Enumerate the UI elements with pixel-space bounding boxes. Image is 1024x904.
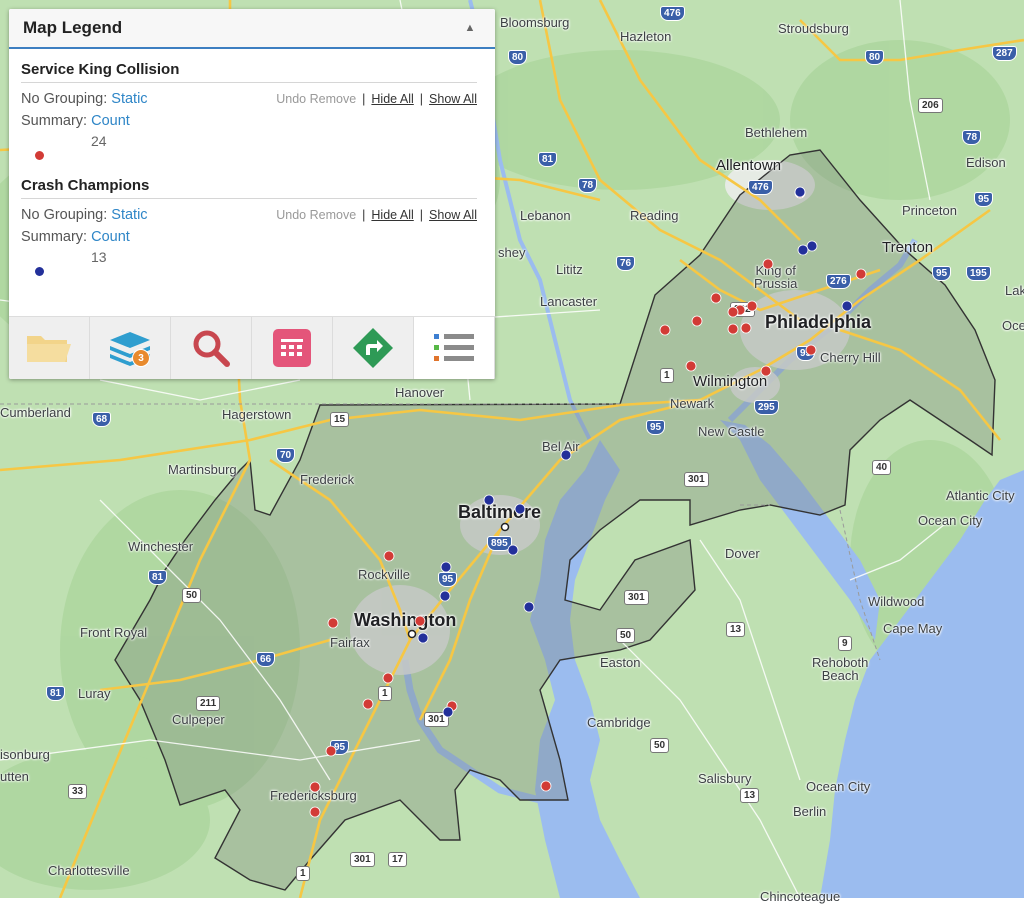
map-legend-panel: Map Legend ▲ Service King Collision No G… — [9, 9, 495, 379]
service-king-marker[interactable] — [309, 781, 321, 793]
blue-marker-swatch — [35, 267, 44, 276]
grouping-label: No Grouping: — [21, 91, 108, 107]
separator: | — [419, 208, 424, 222]
service-king-marker[interactable] — [540, 780, 552, 792]
summary-label: Summary: — [21, 229, 88, 245]
crash-champions-marker[interactable] — [794, 186, 806, 198]
service-king-marker[interactable] — [659, 324, 671, 336]
legend-swatch-row[interactable]: 24 — [21, 129, 477, 171]
calendar-icon — [273, 329, 311, 367]
service-king-marker[interactable] — [855, 268, 867, 280]
marker-count: 13 — [91, 249, 107, 265]
service-king-marker[interactable] — [383, 550, 395, 562]
service-king-marker[interactable] — [760, 365, 772, 377]
legend-toolbar: 3 — [9, 316, 495, 379]
legend-swatch-row[interactable]: 13 — [21, 245, 477, 287]
undo-remove-link[interactable]: Undo Remove — [276, 92, 356, 106]
grouping-text: No Grouping: Static — [21, 91, 148, 107]
crash-champions-marker[interactable] — [417, 632, 429, 644]
grouping-text: No Grouping: Static — [21, 207, 148, 223]
crash-champions-marker[interactable] — [440, 561, 452, 573]
layers-button[interactable]: 3 — [90, 317, 171, 379]
show-all-link[interactable]: Show All — [429, 208, 477, 222]
show-all-link[interactable]: Show All — [429, 92, 477, 106]
calendar-button[interactable] — [252, 317, 333, 379]
layer-actions: Undo Remove | Hide All | Show All — [276, 208, 477, 222]
service-king-marker[interactable] — [727, 306, 739, 318]
summary-row: Summary: Count — [21, 113, 477, 129]
service-king-marker[interactable] — [805, 344, 817, 356]
crash-champions-marker[interactable] — [523, 601, 535, 613]
layers-count-badge: 3 — [132, 349, 150, 367]
service-king-marker[interactable] — [325, 745, 337, 757]
open-folder-button[interactable] — [9, 317, 90, 379]
grouping-row: No Grouping: Static Undo Remove | Hide A… — [21, 91, 477, 107]
crash-champions-marker[interactable] — [514, 503, 526, 515]
grouping-row: No Grouping: Static Undo Remove | Hide A… — [21, 207, 477, 223]
directions-button[interactable] — [333, 317, 414, 379]
service-king-marker[interactable] — [740, 322, 752, 334]
legend-list-button[interactable] — [414, 317, 495, 379]
collapse-icon[interactable]: ▲ — [459, 17, 481, 39]
service-king-marker[interactable] — [685, 360, 697, 372]
hide-all-link[interactable]: Hide All — [371, 92, 413, 106]
service-king-marker[interactable] — [414, 615, 426, 627]
hide-all-link[interactable]: Hide All — [371, 208, 413, 222]
crash-champions-marker[interactable] — [806, 240, 818, 252]
separator: | — [419, 92, 424, 106]
grouping-static-link[interactable]: Static — [111, 207, 147, 223]
summary-count-link[interactable]: Count — [91, 229, 130, 245]
summary-count-link[interactable]: Count — [91, 113, 130, 129]
undo-remove-link[interactable]: Undo Remove — [276, 208, 356, 222]
layer-actions: Undo Remove | Hide All | Show All — [276, 92, 477, 106]
summary-row: Summary: Count — [21, 229, 477, 245]
legend-layer-crash-champions: Crash Champions No Grouping: Static Undo… — [9, 171, 495, 287]
search-icon — [193, 330, 230, 367]
legend-header: Map Legend ▲ — [9, 9, 495, 49]
separator: | — [362, 92, 366, 106]
service-king-marker[interactable] — [309, 806, 321, 818]
grouping-label: No Grouping: — [21, 207, 108, 223]
city-center-marker — [500, 522, 510, 532]
service-king-marker[interactable] — [762, 258, 774, 270]
service-king-marker[interactable] — [691, 315, 703, 327]
service-king-marker[interactable] — [727, 323, 739, 335]
service-king-marker[interactable] — [362, 698, 374, 710]
directions-icon — [353, 328, 393, 368]
crash-champions-marker[interactable] — [841, 300, 853, 312]
layer-name: Service King Collision — [21, 49, 477, 83]
service-king-marker[interactable] — [746, 300, 758, 312]
legend-layer-service-king: Service King Collision No Grouping: Stat… — [9, 49, 495, 171]
crash-champions-marker[interactable] — [483, 494, 495, 506]
separator: | — [362, 208, 366, 222]
summary-label: Summary: — [21, 113, 88, 129]
red-marker-swatch — [35, 151, 44, 160]
legend-title: Map Legend — [23, 18, 123, 37]
search-button[interactable] — [171, 317, 252, 379]
grouping-static-link[interactable]: Static — [111, 91, 147, 107]
marker-count: 24 — [91, 133, 107, 149]
service-king-marker[interactable] — [327, 617, 339, 629]
service-king-marker[interactable] — [382, 672, 394, 684]
legend-list-icon — [434, 334, 474, 361]
crash-champions-marker[interactable] — [507, 544, 519, 556]
crash-champions-marker[interactable] — [797, 244, 809, 256]
service-king-marker[interactable] — [710, 292, 722, 304]
crash-champions-marker[interactable] — [439, 590, 451, 602]
city-center-marker — [407, 629, 417, 639]
crash-champions-marker[interactable] — [442, 706, 454, 718]
layer-name: Crash Champions — [21, 171, 477, 199]
crash-champions-marker[interactable] — [560, 449, 572, 461]
folder-icon — [27, 336, 71, 362]
